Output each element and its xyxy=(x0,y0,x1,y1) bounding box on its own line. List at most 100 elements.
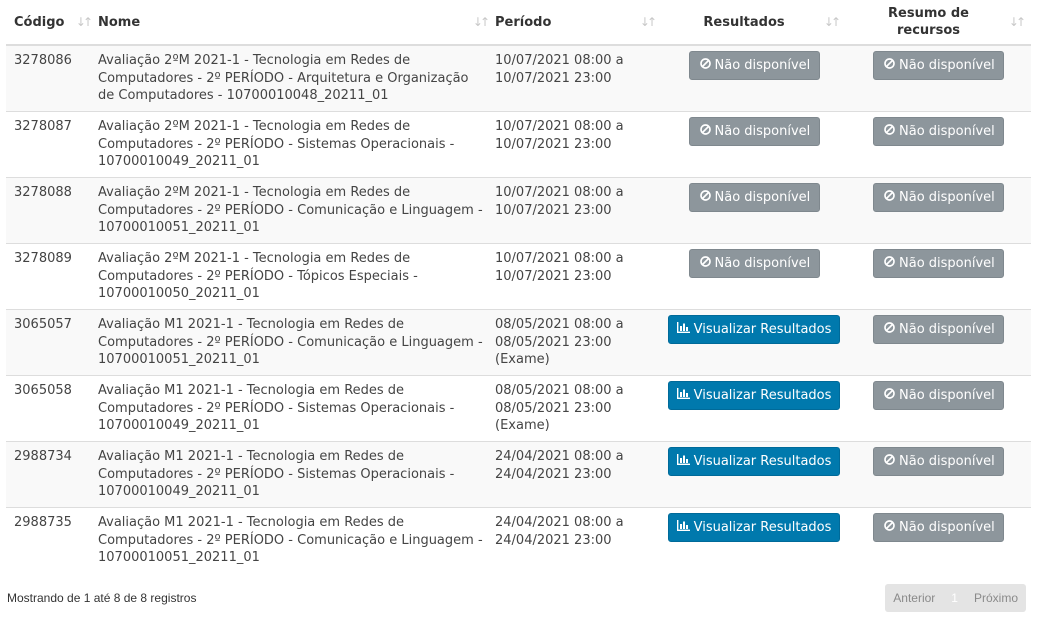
bar-chart-icon xyxy=(676,316,690,343)
ban-icon xyxy=(884,382,895,409)
resource-summary-unavailable-button[interactable]: Não disponível xyxy=(873,447,1004,476)
next-page-button[interactable]: Próximo xyxy=(966,591,1026,605)
button-label: Não disponível xyxy=(899,124,995,139)
records-info: Mostrando de 1 até 8 de 8 registros xyxy=(7,591,197,605)
header-label: Código xyxy=(14,14,65,30)
button-label: Não disponível xyxy=(899,58,995,73)
button-label: Não disponível xyxy=(899,190,995,205)
results-unavailable-button[interactable]: Não disponível xyxy=(688,117,820,146)
cell-resumo: Não disponível xyxy=(846,44,1031,112)
results-table: Código ↓↑ Nome ↓↑ Período ↓↑ Resultados ↓↑ R… xyxy=(6,0,1031,573)
cell-nome: Avaliação M1 2021-1 - Tecnologia em Rede… xyxy=(98,507,495,573)
button-label: Não disponível xyxy=(899,256,995,271)
header-label: Período xyxy=(495,14,552,30)
table-row: 3065058 Avaliação M1 2021-1 - Tecnologia … xyxy=(6,375,1031,442)
button-label: Não disponível xyxy=(899,388,995,403)
cell-resumo: Não disponível xyxy=(846,507,1031,573)
view-results-button[interactable]: Visualizar Resultados xyxy=(668,513,840,542)
resource-summary-unavailable-button[interactable]: Não disponível xyxy=(873,513,1004,542)
sort-icon[interactable]: ↓↑ xyxy=(640,15,657,29)
cell-resultados: Visualizar Resultados xyxy=(662,375,846,442)
cell-codigo: 3065057 xyxy=(6,309,98,376)
resource-summary-unavailable-button[interactable]: Não disponível xyxy=(873,51,1004,80)
button-label: Visualizar Resultados xyxy=(693,322,832,337)
ban-icon xyxy=(884,316,895,343)
ban-icon xyxy=(884,250,895,277)
pagination: Anterior 1 Próximo xyxy=(885,584,1026,612)
table-row: 3278088 Avaliação 2ºM 2021-1 - Tecnologia… xyxy=(6,177,1031,244)
table-row: 2988734 Avaliação M1 2021-1 - Tecnologia … xyxy=(6,441,1031,508)
view-results-button[interactable]: Visualizar Resultados xyxy=(668,315,840,344)
cell-periodo: 10/07/2021 08:00 a 10/07/2021 23:00 xyxy=(495,44,662,112)
bar-chart-icon xyxy=(676,382,690,409)
ban-icon xyxy=(884,118,895,145)
ban-icon xyxy=(884,448,895,475)
cell-resumo: Não disponível xyxy=(846,441,1031,508)
button-label: Visualizar Resultados xyxy=(693,454,832,469)
sort-icon[interactable]: ↓↑ xyxy=(76,15,93,29)
ban-icon xyxy=(699,118,711,145)
cell-nome: Avaliação 2ºM 2021-1 - Tecnologia em Red… xyxy=(98,44,495,112)
view-results-button[interactable]: Visualizar Resultados xyxy=(668,381,840,410)
cell-resultados: Visualizar Resultados xyxy=(662,309,846,376)
button-label: Não disponível xyxy=(899,322,995,337)
results-unavailable-button[interactable]: Não disponível xyxy=(688,51,820,80)
header-codigo[interactable]: Código ↓↑ xyxy=(6,0,98,46)
table-header-row: Código ↓↑ Nome ↓↑ Período ↓↑ Resultados ↓↑ R… xyxy=(6,0,1031,46)
cell-codigo: 3065058 xyxy=(6,375,98,442)
cell-nome: Avaliação M1 2021-1 - Tecnologia em Rede… xyxy=(98,309,495,376)
header-label: Resultados xyxy=(703,14,785,30)
ban-icon xyxy=(699,184,711,211)
cell-resumo: Não disponível xyxy=(846,309,1031,376)
cell-resultados: Não disponível xyxy=(662,243,846,310)
header-resumo[interactable]: Resumo de recursos ↓↑ xyxy=(846,0,1031,46)
results-unavailable-button[interactable]: Não disponível xyxy=(688,183,820,212)
sort-icon[interactable]: ↓↑ xyxy=(1009,15,1026,29)
button-label: Não disponível xyxy=(899,520,995,535)
table-footer: Mostrando de 1 até 8 de 8 registros Ante… xyxy=(6,584,1026,612)
sort-icon[interactable]: ↓↑ xyxy=(473,15,490,29)
previous-page-button[interactable]: Anterior xyxy=(885,591,943,605)
header-label: Nome xyxy=(98,14,141,30)
bar-chart-icon xyxy=(676,514,690,541)
resource-summary-unavailable-button[interactable]: Não disponível xyxy=(873,117,1004,146)
bar-chart-icon xyxy=(676,448,690,475)
sort-icon[interactable]: ↓↑ xyxy=(824,15,841,29)
table-row: 2988735 Avaliação M1 2021-1 - Tecnologia … xyxy=(6,507,1031,573)
button-label: Não disponível xyxy=(714,58,811,73)
cell-resultados: Não disponível xyxy=(662,177,846,244)
resource-summary-unavailable-button[interactable]: Não disponível xyxy=(873,381,1004,410)
cell-codigo: 3278087 xyxy=(6,111,98,178)
cell-nome: Avaliação 2ºM 2021-1 - Tecnologia em Red… xyxy=(98,177,495,244)
cell-resultados: Visualizar Resultados xyxy=(662,507,846,573)
ban-icon xyxy=(699,250,711,277)
cell-nome: Avaliação 2ºM 2021-1 - Tecnologia em Red… xyxy=(98,243,495,310)
cell-resumo: Não disponível xyxy=(846,243,1031,310)
ban-icon xyxy=(699,52,711,79)
header-label: Resumo de recursos xyxy=(888,6,969,38)
view-results-button[interactable]: Visualizar Resultados xyxy=(668,447,840,476)
cell-resumo: Não disponível xyxy=(846,177,1031,244)
button-label: Não disponível xyxy=(714,124,811,139)
resource-summary-unavailable-button[interactable]: Não disponível xyxy=(873,249,1004,278)
cell-periodo: 10/07/2021 08:00 a 10/07/2021 23:00 xyxy=(495,243,662,310)
current-page-button[interactable]: 1 xyxy=(943,591,966,605)
ban-icon xyxy=(884,514,895,541)
results-unavailable-button[interactable]: Não disponível xyxy=(688,249,820,278)
header-nome[interactable]: Nome ↓↑ xyxy=(98,0,495,46)
table-row: 3278087 Avaliação 2ºM 2021-1 - Tecnologia… xyxy=(6,111,1031,178)
cell-periodo: 24/04/2021 08:00 a 24/04/2021 23:00 xyxy=(495,441,662,508)
cell-nome: Avaliação M1 2021-1 - Tecnologia em Rede… xyxy=(98,375,495,442)
cell-resultados: Visualizar Resultados xyxy=(662,441,846,508)
cell-codigo: 2988734 xyxy=(6,441,98,508)
header-resultados[interactable]: Resultados ↓↑ xyxy=(662,0,846,46)
resource-summary-unavailable-button[interactable]: Não disponível xyxy=(873,315,1004,344)
button-label: Não disponível xyxy=(899,454,995,469)
cell-periodo: 10/07/2021 08:00 a 10/07/2021 23:00 xyxy=(495,177,662,244)
cell-periodo: 08/05/2021 08:00 a 08/05/2021 23:00 (Exa… xyxy=(495,375,662,442)
cell-periodo: 10/07/2021 08:00 a 10/07/2021 23:00 xyxy=(495,111,662,178)
header-periodo[interactable]: Período ↓↑ xyxy=(495,0,662,46)
table-body: 3278086 Avaliação 2ºM 2021-1 - Tecnologia… xyxy=(6,44,1031,573)
ban-icon xyxy=(884,52,895,79)
resource-summary-unavailable-button[interactable]: Não disponível xyxy=(873,183,1004,212)
